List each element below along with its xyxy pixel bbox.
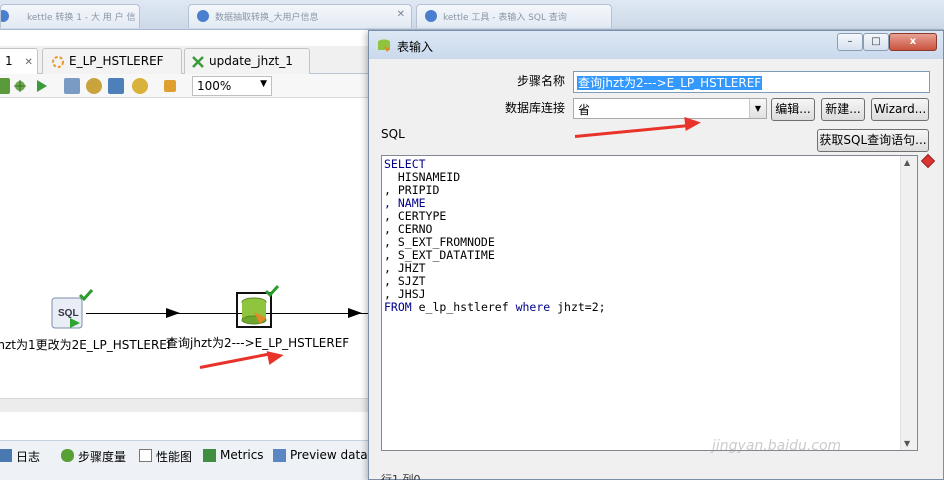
watermark: jingyan.baidu.com [712,438,842,454]
tab-label: 性能图 [156,450,193,464]
tab-transformation-1[interactable]: 1 ✕ [0,48,38,75]
chevron-down-icon: ▼ [260,79,267,89]
tab-step-metrics[interactable]: 步骤度量 [58,445,132,467]
metrics-icon [203,449,216,462]
tab-label: Metrics [220,448,264,462]
hop-arrow-icon [348,308,362,318]
impact-icon[interactable] [86,78,102,94]
annotation-arrowhead [684,115,702,131]
checkmark-icon [78,289,94,302]
tab-label: E_LP_HSTLEREF [69,54,164,68]
sql-text: SELECT HISNAMEID, PRIPID, NAME, CERTYPE,… [384,158,606,314]
run-icon[interactable] [0,78,10,94]
annotation-arrow [574,124,687,138]
svg-text:SQL: SQL [58,308,79,319]
maximize-button[interactable]: □ [863,33,889,51]
new-connection-button[interactable]: 新建... [821,98,865,121]
favicon-icon [1,10,9,22]
sql-icon[interactable] [108,78,124,94]
sql-label: SQL [381,127,405,141]
tab-label: update_jhzt_1 [209,54,293,68]
transformation-icon [52,56,64,68]
tab-e-lp-hstleref[interactable]: E_LP_HSTLEREF [42,48,182,74]
maximize-icon: □ [871,36,881,47]
browser-tab-1[interactable]: kettle 转换 1 - 大 用 户 信 息 数 据 抽 取 [0,4,140,28]
tab-label: 1 [5,54,13,68]
close-button[interactable]: x [889,33,937,51]
tab-performance-chart[interactable]: 性能图 [136,445,198,467]
sql-editor[interactable]: SELECT HISNAMEID, PRIPID, NAME, CERTYPE,… [381,155,918,451]
verify-icon[interactable] [64,78,80,94]
step-name-value: 查询jhzt为2--->E_LP_HSTLEREF [577,76,763,90]
minimize-icon: – [847,36,853,47]
checkmark-icon [264,285,280,298]
scroll-down-icon[interactable]: ▼ [904,439,910,448]
tab-label: 日志 [16,450,41,464]
minimize-button[interactable]: – [837,33,863,51]
step-label: 查询jhzt为2--->E_LP_HSTLEREF [166,336,350,350]
table-input-dialog: 表输入 – □ x 步骤名称 查询jhzt为2--->E_LP_HSTLEREF… [368,30,944,480]
annotation-arrow [199,352,271,369]
favicon-icon [197,10,209,22]
bottom-panel-tabs: 日志 步骤度量 性能图 Metrics Preview data [0,440,370,480]
table-input-icon [378,39,390,52]
annotation-arrowhead [266,348,286,365]
sql-line: FROM e_lp_hstleref where jhzt=2; [384,300,606,314]
step-label: jhzt为1更改为2E_LP_HSTLEREF [0,338,174,352]
hop-line [86,313,370,314]
zoom-select[interactable]: 100% ▼ [192,76,272,96]
browser-tab-label: kettle 工具 - 表输入 SQL 查询 [443,13,567,23]
browser-tab-label: 数据抽取转换_大用户信息 [215,13,319,23]
db-connection-value: 省 [578,103,591,117]
tab-label: 步骤度量 [78,450,127,464]
close-tab-icon[interactable]: ✕ [397,9,405,20]
explore-db-icon[interactable] [132,78,148,94]
browser-tab-3[interactable]: kettle 工具 - 表输入 SQL 查询 [416,4,612,28]
dialog-title: 表输入 [397,40,434,54]
step-metrics-icon [61,449,74,462]
step-sql-script[interactable]: SQL [50,289,94,330]
horizontal-scrollbar[interactable] [0,398,370,412]
wizard-button[interactable]: Wizard... [871,98,929,121]
step-name-label: 步骤名称 [516,74,565,88]
replay-icon[interactable] [34,78,50,94]
step-name-field[interactable]: 查询jhzt为2--->E_LP_HSTLEREF [573,71,930,93]
tab-metrics[interactable]: Metrics [200,445,270,467]
chevron-down-icon: ▼ [749,99,766,118]
preview-data-icon [273,449,286,462]
db-connection-label: 数据库连接 [504,101,565,115]
cursor-position-status: 行1 列0 [381,473,421,480]
close-tab-icon[interactable]: ✕ [24,57,32,68]
table-input-icon [241,297,267,325]
dialog-title-bar[interactable]: 表输入 – □ x [369,31,943,59]
editor-toolbar: 100% ▼ [0,74,370,98]
tab-update-jhzt-1[interactable]: update_jhzt_1 [184,48,310,74]
browser-tab-label: kettle 转换 1 - 大 用 户 信 息 数 据 抽 取 [27,13,139,23]
favicon-icon [425,10,437,22]
get-sql-button[interactable]: 获取SQL查询语句... [817,129,929,152]
job-icon [192,56,204,68]
editor-tab-bar: 1 ✕ E_LP_HSTLEREF update_jhzt_1 [0,46,370,75]
db-connection-select[interactable]: 省 ▼ [573,98,767,119]
debug-icon[interactable] [12,78,28,94]
tab-preview-data[interactable]: Preview data [270,445,374,467]
tab-label: Preview data [290,448,368,462]
close-icon: x [909,36,917,47]
zoom-value: 100% [197,79,232,93]
browser-tab-2[interactable]: 数据抽取转换_大用户信息 ✕ [188,4,412,28]
performance-chart-icon [139,449,152,462]
vertical-scrollbar[interactable]: ▲ ▼ [900,156,917,450]
log-icon [0,449,12,462]
step-table-input[interactable] [236,285,280,328]
edit-connection-button[interactable]: 编辑... [771,98,815,121]
hop-arrow-icon [166,308,180,318]
tab-log[interactable]: 日志 [0,445,46,467]
browser-tab-strip: kettle 转换 1 - 大 用 户 信 息 数 据 抽 取 数据抽取转换_大… [0,0,944,30]
show-results-icon[interactable] [164,80,176,92]
warning-marker-icon [920,153,936,169]
scroll-up-icon[interactable]: ▲ [904,158,910,167]
transformation-canvas[interactable]: SQL jhzt为1更改为2E_LP_HSTLEREF 查询jhzt为2--->… [0,98,370,400]
